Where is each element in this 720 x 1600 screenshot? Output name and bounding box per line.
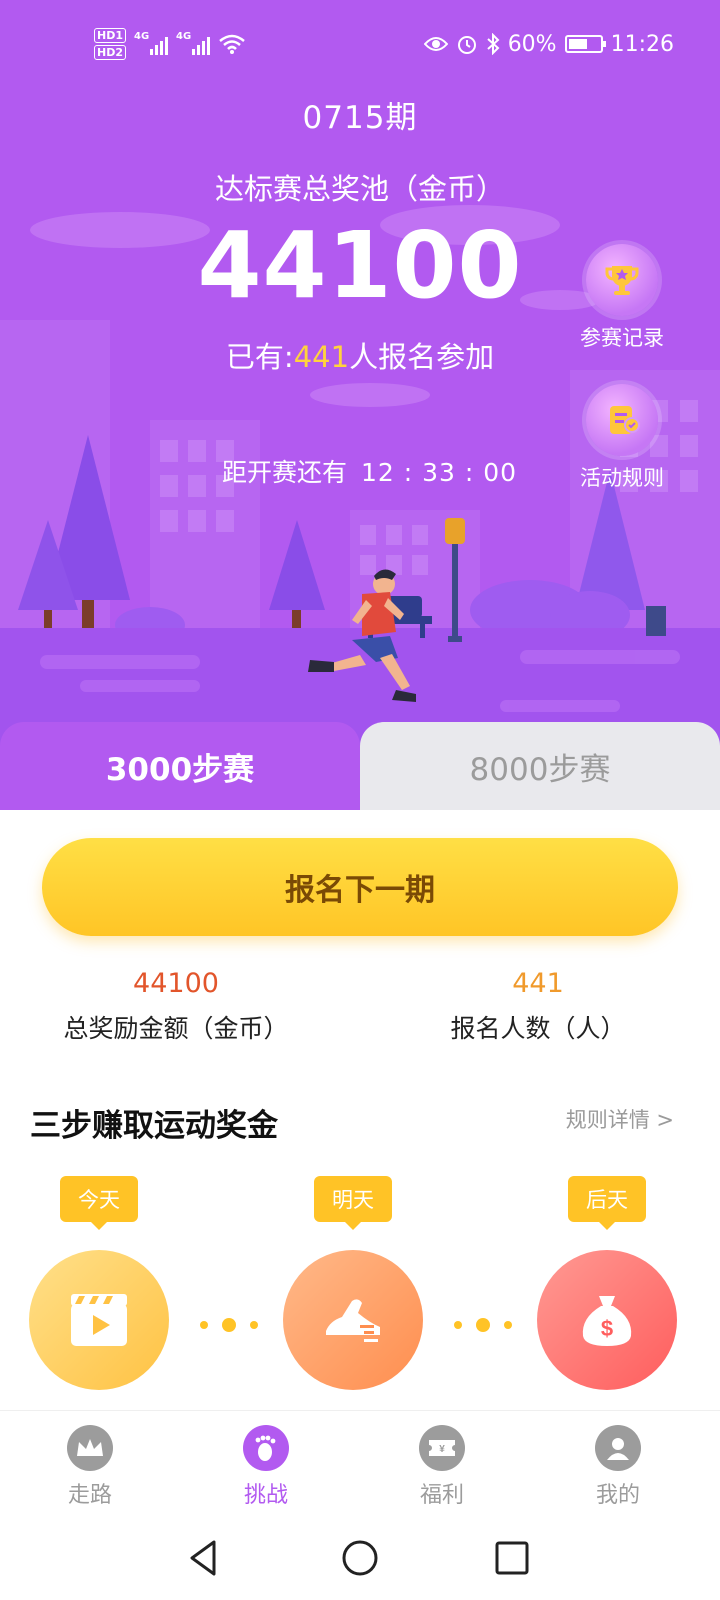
signal-icon: 4G xyxy=(176,31,210,55)
crown-icon xyxy=(67,1425,113,1471)
status-bar: HD1 HD2 4G 4G 60% 11:26 xyxy=(0,22,720,66)
video-icon xyxy=(29,1250,169,1390)
alarm-icon xyxy=(457,36,476,54)
bottom-nav: 走路 挑战 ¥ 福利 我的 xyxy=(0,1410,720,1518)
money-bag-icon: $ xyxy=(537,1250,677,1390)
participants-suffix: 人报名参加 xyxy=(349,340,495,374)
countdown-label: 距开赛还有 xyxy=(222,458,348,487)
network-type: 4G xyxy=(176,31,192,42)
hero-banner: HD1 HD2 4G 4G 60% 11:26 0715期 达标赛总奖池（金币）… xyxy=(0,0,720,810)
trophy-icon xyxy=(586,244,658,316)
eye-icon xyxy=(423,37,448,51)
prize-pool-title: 达标赛总奖池（金币） xyxy=(214,172,505,206)
nav-welfare-label: 福利 xyxy=(419,1483,464,1508)
running-shoe-icon xyxy=(283,1250,423,1390)
wifi-icon xyxy=(219,34,245,54)
activity-rules-label: 活动规则 xyxy=(580,466,664,490)
nav-mine[interactable]: 我的 xyxy=(558,1425,678,1509)
nav-challenge-label: 挑战 xyxy=(243,1483,288,1508)
race-record-button[interactable]: 参赛记录 xyxy=(562,244,682,352)
system-nav-bar xyxy=(0,1518,720,1600)
tab-8000-steps[interactable]: 8000步赛 xyxy=(360,722,720,810)
nav-welfare[interactable]: ¥ 福利 xyxy=(382,1425,502,1509)
nav-walk-label: 走路 xyxy=(67,1483,112,1508)
ticket-icon: ¥ xyxy=(419,1425,465,1471)
countdown-time: 12 : 33 : 00 xyxy=(361,458,518,487)
step-tag-tomorrow: 明天 xyxy=(314,1176,392,1230)
steps-section-title: 三步赚取运动奖金 xyxy=(30,1108,278,1144)
back-icon[interactable] xyxy=(182,1536,226,1580)
nav-mine-label: 我的 xyxy=(595,1483,640,1508)
status-bar-right: 60% 11:26 xyxy=(423,22,674,66)
step-tag-today: 今天 xyxy=(60,1176,138,1230)
participants-prefix: 已有: xyxy=(225,340,294,374)
network-type: 4G xyxy=(134,31,150,42)
clock: 11:26 xyxy=(610,31,674,57)
profile-icon xyxy=(595,1425,641,1471)
total-reward-stat: 44100 总奖励金额（金币） xyxy=(26,968,326,1045)
countdown: 距开赛还有 12 : 33 : 00 xyxy=(222,453,517,489)
svg-text:$: $ xyxy=(601,1316,613,1341)
step-tag-after-tomorrow: 后天 xyxy=(568,1176,646,1230)
footprint-icon xyxy=(243,1425,289,1471)
tab-3000-steps[interactable]: 3000步赛 xyxy=(0,722,360,810)
total-reward-label: 总奖励金额（金币） xyxy=(63,1014,289,1043)
participants-count: 441 xyxy=(293,340,350,374)
hd-label: HD2 xyxy=(94,45,126,60)
bluetooth-icon xyxy=(487,33,500,55)
home-icon[interactable] xyxy=(338,1536,382,1580)
participants-value: 441 xyxy=(512,968,564,999)
participants-label: 报名人数（人） xyxy=(450,1014,626,1043)
signal-icon: 4G xyxy=(134,31,168,55)
battery-icon xyxy=(564,35,606,53)
rules-icon xyxy=(586,384,658,456)
status-bar-left: HD1 HD2 4G 4G xyxy=(94,22,246,66)
step-connector xyxy=(454,1318,512,1332)
period-title: 0715期 xyxy=(302,100,418,136)
nav-walk[interactable]: 走路 xyxy=(30,1425,150,1509)
battery-level xyxy=(568,39,587,49)
battery-percent: 60% xyxy=(507,31,557,57)
race-tabs: 3000步赛 8000步赛 xyxy=(0,722,720,810)
step-connector xyxy=(200,1318,258,1332)
svg-text:¥: ¥ xyxy=(439,1444,445,1455)
rules-detail-link[interactable]: 规则详情 > xyxy=(566,1104,674,1134)
nav-challenge[interactable]: 挑战 xyxy=(206,1425,326,1509)
participants-stat: 441 报名人数（人） xyxy=(388,968,688,1045)
race-record-label: 参赛记录 xyxy=(580,326,664,350)
hd-voice-icon: HD1 HD2 xyxy=(94,27,126,61)
signup-next-period-button[interactable]: 报名下一期 xyxy=(42,838,678,936)
step-tomorrow: 明天 xyxy=(278,1176,428,1390)
total-reward-value: 44100 xyxy=(133,968,219,999)
hd-label: HD1 xyxy=(94,28,126,43)
step-after-tomorrow: 后天 $ xyxy=(532,1176,682,1390)
recents-icon[interactable] xyxy=(490,1536,534,1580)
activity-rules-button[interactable]: 活动规则 xyxy=(562,384,682,492)
step-today: 今天 xyxy=(24,1176,174,1390)
